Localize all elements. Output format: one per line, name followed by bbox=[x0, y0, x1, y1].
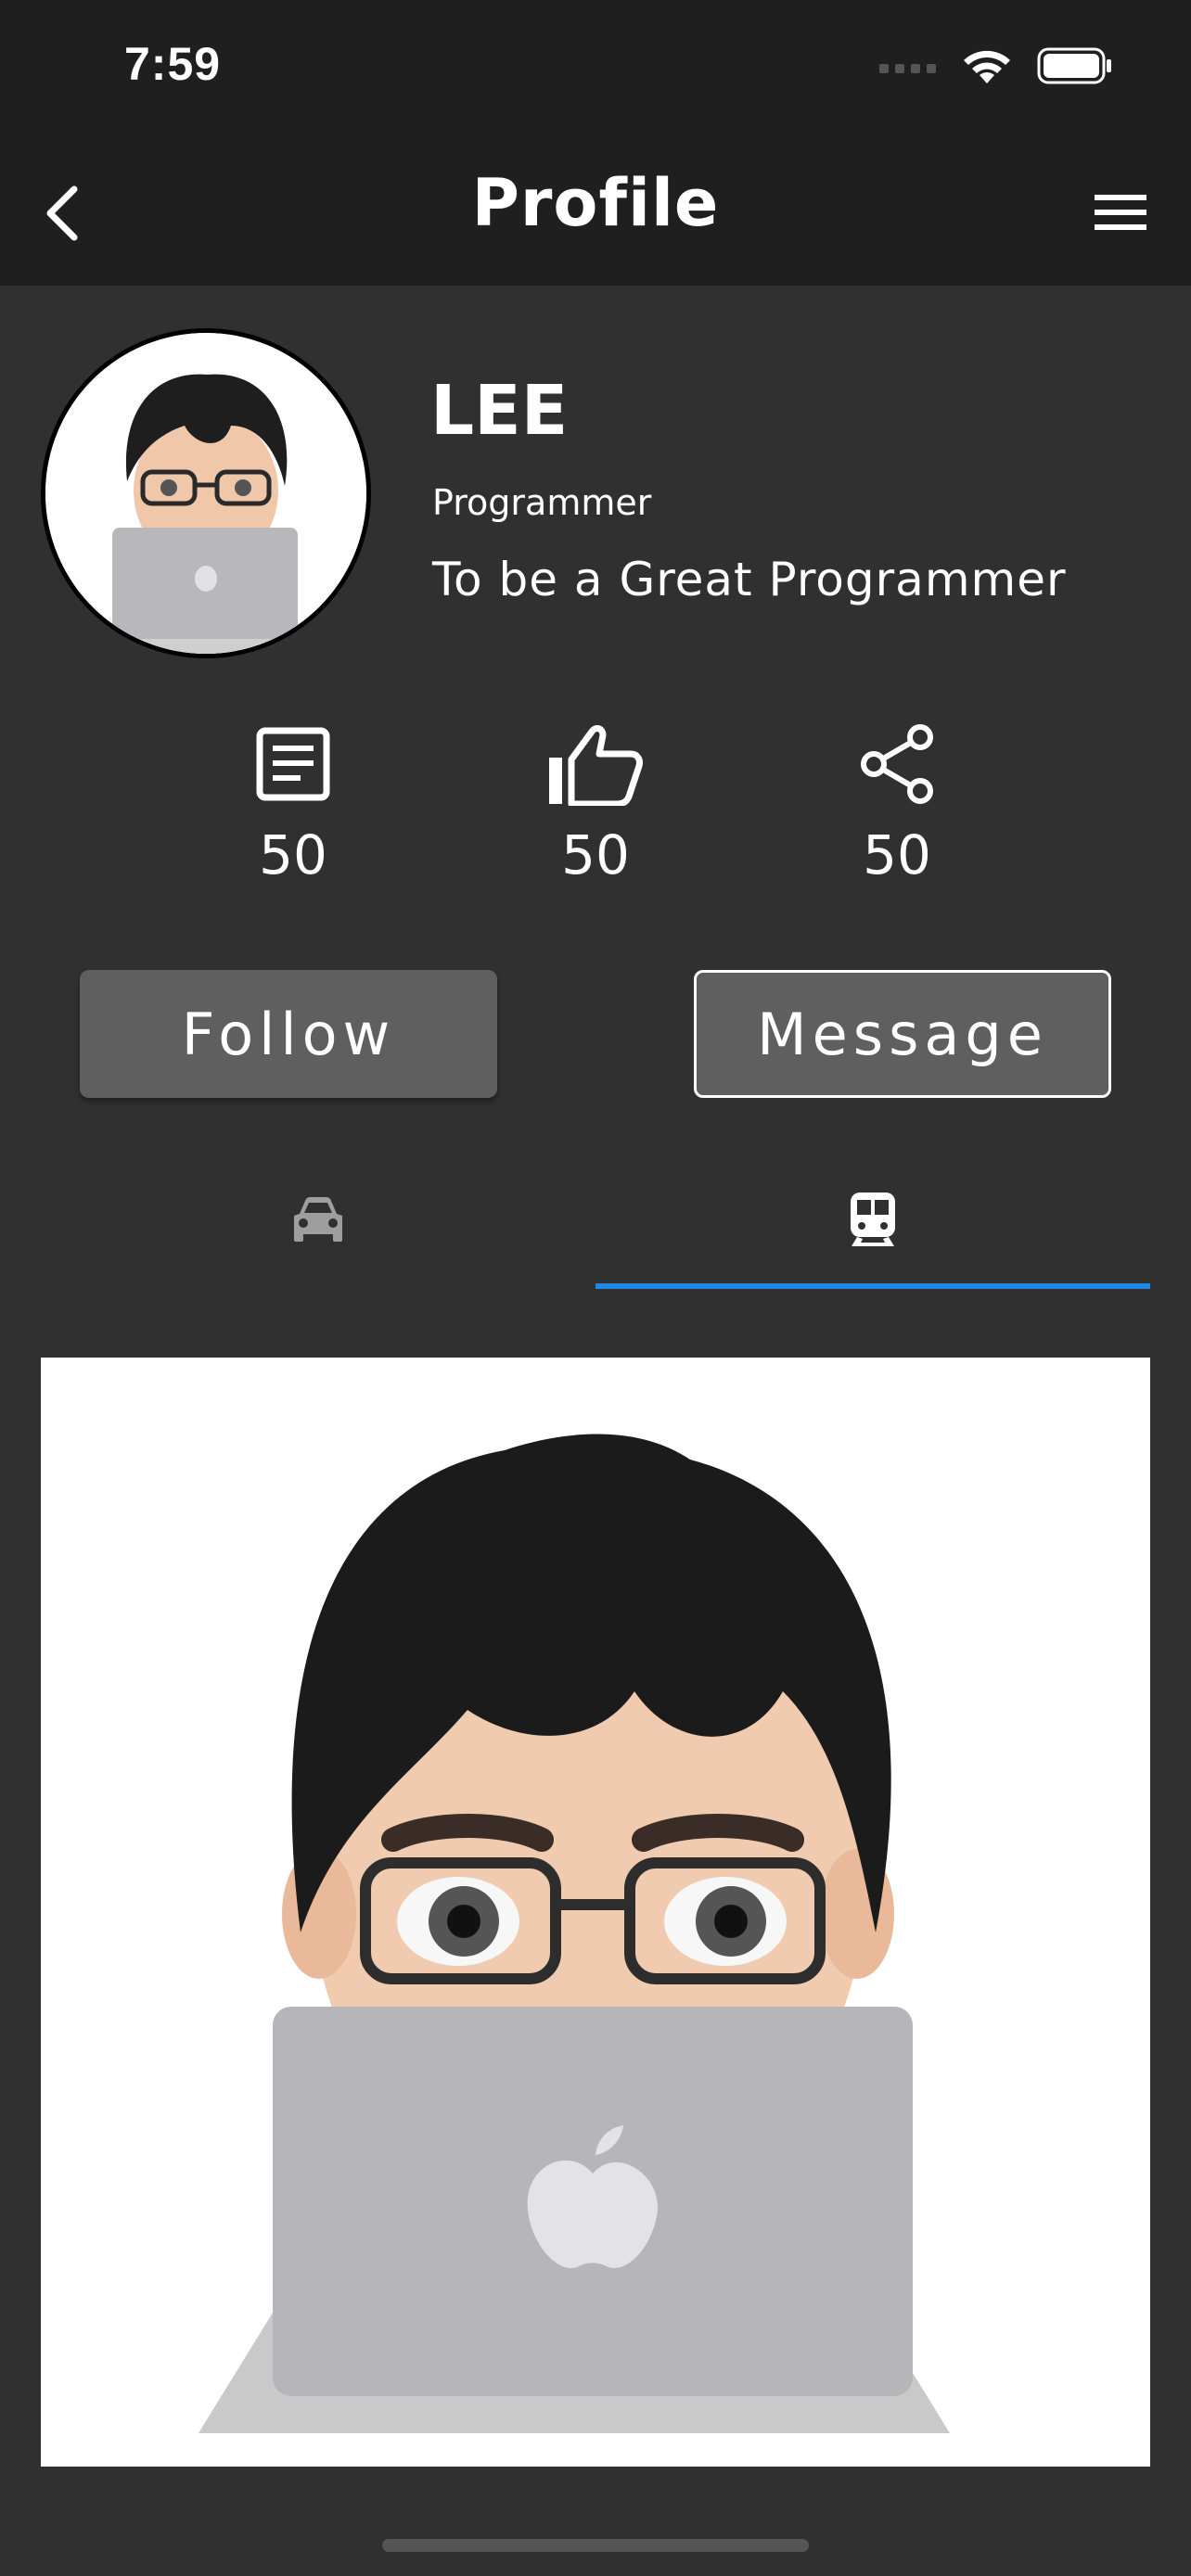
memoji-photo-image bbox=[41, 1358, 1150, 2467]
profile-name: LEE bbox=[430, 371, 569, 451]
stat-value: 50 bbox=[561, 823, 630, 886]
app-bar: Profile bbox=[0, 139, 1191, 286]
tab-bar bbox=[41, 1150, 1150, 1291]
car-icon bbox=[294, 1197, 342, 1242]
message-button[interactable]: Message bbox=[694, 970, 1111, 1098]
menu-button[interactable] bbox=[1085, 180, 1159, 245]
status-bar: 7:59 bbox=[0, 0, 1191, 139]
selected-tab-indicator bbox=[596, 1283, 1150, 1289]
signal-icon bbox=[879, 64, 936, 73]
thumbs-up-icon bbox=[549, 725, 643, 806]
battery-icon bbox=[1037, 47, 1111, 84]
stat-shares[interactable]: 50 bbox=[804, 718, 990, 886]
stat-posts[interactable]: 50 bbox=[200, 718, 386, 886]
tab-train[interactable] bbox=[596, 1150, 1150, 1289]
follow-button[interactable]: Follow bbox=[80, 970, 497, 1098]
home-indicator[interactable] bbox=[382, 2539, 809, 2552]
avatar bbox=[41, 328, 371, 658]
stat-likes[interactable]: 50 bbox=[503, 718, 688, 886]
profile-photo[interactable] bbox=[41, 1358, 1150, 2467]
page-title: Profile bbox=[471, 165, 720, 241]
hamburger-menu-icon bbox=[1095, 195, 1146, 230]
tab-car[interactable] bbox=[41, 1150, 596, 1289]
status-icons bbox=[879, 46, 1113, 85]
wifi-icon bbox=[964, 50, 1010, 83]
article-icon bbox=[256, 727, 330, 801]
status-time: 7:59 bbox=[124, 38, 222, 90]
memoji-avatar-image bbox=[45, 333, 366, 654]
profile-role: Programmer bbox=[432, 482, 652, 523]
train-icon bbox=[851, 1192, 895, 1246]
profile-motto: To be a Great Programmer bbox=[432, 553, 1067, 606]
stat-value: 50 bbox=[863, 823, 931, 886]
share-icon bbox=[861, 724, 933, 804]
stat-value: 50 bbox=[259, 823, 327, 886]
